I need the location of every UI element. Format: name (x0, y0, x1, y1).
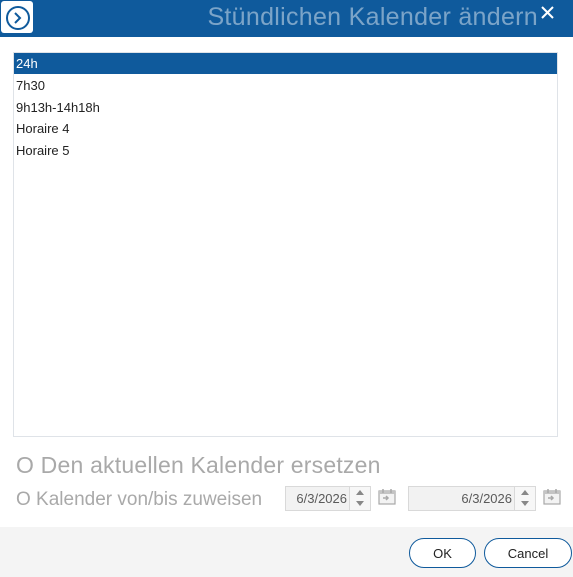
list-item[interactable]: 9h13h-14h18h (14, 97, 557, 118)
spin-down-icon[interactable] (356, 501, 364, 506)
date-from-field[interactable]: 6/3/2026 (285, 486, 371, 511)
replace-calendar-option[interactable]: O Den aktuellen Kalender ersetzen (16, 452, 381, 479)
list-item[interactable]: 24h (14, 53, 557, 74)
title-bar: Stündlichen Kalender ändern (0, 0, 573, 37)
date-from-spinner[interactable] (349, 487, 370, 510)
list-item[interactable]: 7h30 (14, 75, 557, 96)
spin-down-icon[interactable] (521, 501, 529, 506)
ok-button[interactable]: OK (409, 538, 476, 568)
date-to-spinner[interactable] (514, 487, 535, 510)
chevron-right-icon (14, 12, 22, 24)
assign-range-option[interactable]: O Kalender von/bis zuweisen (16, 489, 262, 511)
calendar-listbox[interactable]: 24h 7h30 9h13h-14h18h Horaire 4 Horaire … (13, 52, 558, 437)
close-icon[interactable] (538, 3, 558, 23)
date-to-field[interactable]: 6/3/2026 (408, 486, 536, 511)
app-menu-button[interactable] (1, 1, 33, 33)
spin-up-icon[interactable] (356, 490, 364, 495)
calendar-picker-icon[interactable] (541, 486, 563, 508)
dialog-footer: OK Cancel (0, 527, 573, 577)
calendar-picker-icon[interactable] (376, 486, 398, 508)
cancel-button[interactable]: Cancel (484, 538, 572, 568)
list-item[interactable]: Horaire 4 (14, 118, 557, 139)
spin-up-icon[interactable] (521, 490, 529, 495)
dialog-title: Stündlichen Kalender ändern (207, 3, 538, 31)
dialog-content: 24h 7h30 9h13h-14h18h Horaire 4 Horaire … (0, 37, 573, 527)
list-item[interactable]: Horaire 5 (14, 140, 557, 161)
